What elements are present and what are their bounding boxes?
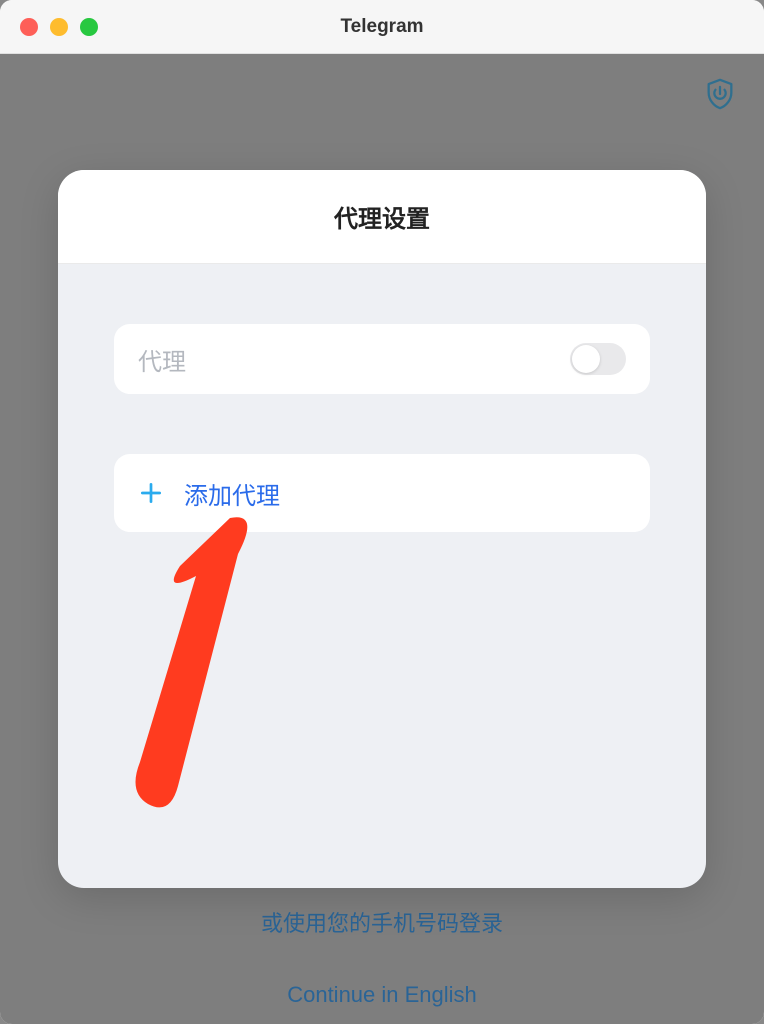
window-title: Telegram <box>340 16 423 38</box>
toggle-knob <box>572 345 600 373</box>
proxy-toggle-row: 代理 <box>114 324 650 394</box>
add-proxy-label: 添加代理 <box>184 476 280 511</box>
close-window-button[interactable] <box>20 18 38 36</box>
shield-power-icon <box>703 77 737 116</box>
titlebar: Telegram <box>0 0 764 54</box>
minimize-window-button[interactable] <box>50 18 68 36</box>
add-proxy-button[interactable]: 添加代理 <box>114 454 650 532</box>
continue-english-link[interactable]: Continue in English <box>287 982 477 1008</box>
proxy-label: 代理 <box>138 342 186 377</box>
plus-icon <box>138 480 164 506</box>
modal-header: 代理设置 <box>58 170 706 264</box>
window-controls <box>20 18 98 36</box>
modal-body: 代理 添加代理 <box>58 264 706 532</box>
maximize-window-button[interactable] <box>80 18 98 36</box>
proxy-toggle[interactable] <box>570 343 626 375</box>
app-window: Telegram 或使用您的手机号码登录 Continue in English… <box>0 0 764 1024</box>
proxy-shield-button[interactable] <box>698 74 742 118</box>
proxy-settings-modal: 代理设置 代理 添加代理 <box>58 170 706 888</box>
modal-title: 代理设置 <box>334 199 430 234</box>
phone-login-link[interactable]: 或使用您的手机号码登录 <box>182 906 582 938</box>
